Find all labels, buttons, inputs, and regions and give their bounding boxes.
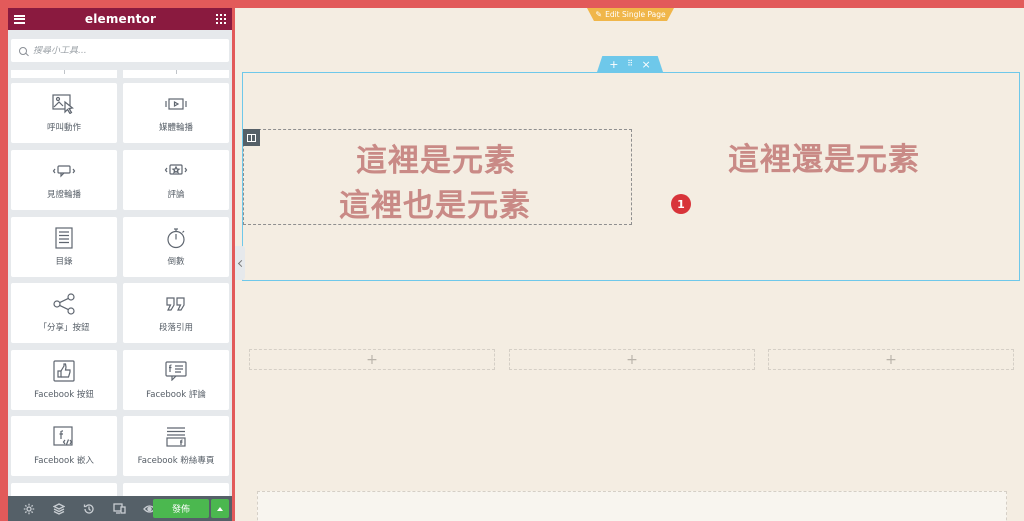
annotation-badge: 1 [671, 194, 691, 214]
facebook-page-icon [163, 426, 189, 448]
widget-label: 評論 [167, 190, 185, 200]
widget-label: Facebook 粉絲專頁 [137, 456, 215, 466]
history-icon[interactable] [74, 496, 104, 521]
widget-label: Facebook 按鈕 [34, 390, 94, 400]
testimonial-carousel-icon [51, 160, 77, 182]
media-carousel-icon [163, 93, 189, 115]
widget-facebook-page[interactable]: Facebook 粉絲專頁 [123, 416, 229, 476]
widget-blockquote[interactable]: 段落引用 [123, 283, 229, 343]
widgets-list: 呼叫動作 媒體輪播 見證輪播 評論 目錄 倒數 「分享」按鈕 段落引用 Face… [8, 70, 232, 498]
search-box [11, 39, 229, 62]
widget-media-carousel[interactable]: 媒體輪播 [123, 83, 229, 143]
partial-widget[interactable] [11, 70, 117, 78]
widget-testimonial-carousel[interactable]: 見證輪播 [11, 150, 117, 210]
panel-footer: 發佈 [8, 496, 232, 521]
column-handle-icon[interactable] [243, 129, 260, 146]
partial-widget[interactable] [123, 70, 229, 78]
search-icon [19, 46, 27, 55]
edit-single-page-tab[interactable]: ✎ Edit Single Page [587, 8, 674, 21]
facebook-comments-icon [163, 360, 189, 382]
widget-facebook-button[interactable]: Facebook 按鈕 [11, 350, 117, 410]
hamburger-menu-icon[interactable] [14, 14, 25, 24]
widget-label: Facebook 嵌入 [34, 456, 94, 466]
widget-facebook-embed[interactable]: Facebook 嵌入 [11, 416, 117, 476]
editor-canvas: ✎ Edit Single Page + ⠿ × 這裡是元素 這裡也是元素 這裡… [235, 8, 1024, 521]
facebook-like-icon [51, 360, 77, 382]
empty-column-add[interactable]: + [509, 349, 755, 370]
widget-share-buttons[interactable]: 「分享」按鈕 [11, 283, 117, 343]
empty-column-add[interactable]: + [768, 349, 1014, 370]
screenshot-frame: elementor 呼叫動作 [0, 0, 1024, 521]
add-section-icon[interactable]: + [609, 59, 618, 70]
elementor-panel: elementor 呼叫動作 [8, 8, 232, 521]
edit-tab-label: Edit Single Page [605, 10, 666, 19]
heading-element-3[interactable]: 這裡還是元素 [728, 134, 920, 179]
widget-label: 倒數 [167, 257, 185, 267]
countdown-icon [163, 227, 189, 249]
facebook-embed-icon [51, 426, 77, 448]
blockquote-icon [163, 293, 189, 315]
collapse-panel-chevron-icon[interactable] [235, 246, 245, 280]
navigator-icon[interactable] [44, 496, 74, 521]
empty-column-add[interactable]: + [249, 349, 495, 370]
partial-widget-row [11, 70, 229, 78]
widget-countdown[interactable]: 倒數 [123, 217, 229, 277]
search-input[interactable] [33, 45, 213, 56]
heading-element-2[interactable]: 這裡也是元素 [339, 180, 531, 225]
add-new-section-area[interactable] [257, 491, 1007, 521]
elementor-logo: elementor [84, 12, 157, 26]
widget-label: 「分享」按鈕 [38, 323, 90, 333]
publish-options-caret-icon[interactable] [211, 499, 229, 518]
widget-call-to-action[interactable]: 呼叫動作 [11, 83, 117, 143]
widget-label: 媒體輪播 [158, 123, 193, 133]
widget-label: 見證輪播 [46, 190, 81, 200]
drag-section-icon[interactable]: ⠿ [627, 60, 633, 68]
widget-label: 呼叫動作 [46, 123, 81, 133]
widget-table-of-contents[interactable]: 目錄 [11, 217, 117, 277]
table-of-contents-icon [51, 227, 77, 249]
publish-button[interactable]: 發佈 [153, 499, 209, 518]
settings-icon[interactable] [14, 496, 44, 521]
widget-label: 段落引用 [158, 323, 193, 333]
panel-header: elementor [8, 8, 232, 30]
pencil-icon: ✎ [595, 10, 603, 19]
share-icon [51, 293, 77, 315]
heading-element-1[interactable]: 這裡是元素 [356, 135, 516, 180]
section-handle: + ⠿ × [597, 56, 663, 72]
delete-section-icon[interactable]: × [641, 59, 650, 70]
call-to-action-icon [51, 93, 77, 115]
widget-label: Facebook 評論 [146, 390, 206, 400]
widget-facebook-comments[interactable]: Facebook 評論 [123, 350, 229, 410]
responsive-icon[interactable] [104, 496, 134, 521]
widget-label: 目錄 [55, 257, 73, 267]
widget-reviews[interactable]: 評論 [123, 150, 229, 210]
widgets-grid-icon[interactable] [216, 14, 226, 24]
reviews-icon [163, 160, 189, 182]
search-area [8, 30, 232, 70]
